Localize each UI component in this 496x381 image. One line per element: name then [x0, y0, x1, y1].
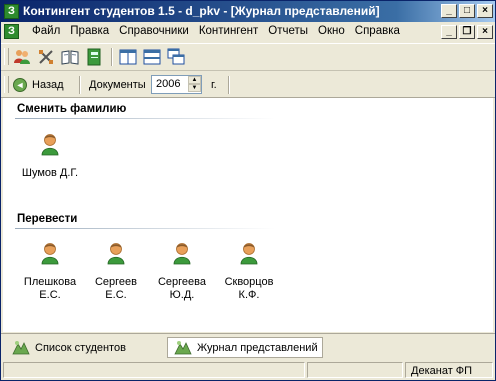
menu-contingent[interactable]: Контингент [194, 25, 263, 37]
journal-icon [174, 340, 192, 354]
back-arrow-icon: ◄ [13, 78, 27, 92]
layout-rows-icon[interactable] [143, 48, 161, 66]
person-item[interactable]: Сергеев Е.С. [81, 241, 151, 302]
mdi-close-button[interactable]: × [477, 25, 493, 39]
menu-reports[interactable]: Отчеты [263, 25, 313, 37]
close-button[interactable]: × [477, 4, 493, 18]
section-divider [15, 118, 275, 119]
menu-window[interactable]: Окно [313, 25, 350, 37]
year-suffix-label: г. [211, 79, 217, 91]
section-divider [15, 228, 275, 229]
person-icon [173, 243, 191, 265]
book-icon[interactable] [61, 48, 79, 66]
status-cell-2 [307, 362, 403, 378]
spin-down-icon[interactable]: ▼ [188, 84, 201, 92]
journal-content: Сменить фамилию Шумов Д.Г. Перевести Пле… [3, 98, 493, 332]
mdi-child-icon[interactable]: З [4, 24, 19, 39]
app-window: З Контингент студентов 1.5 - d_pkv - [Жу… [0, 0, 496, 381]
notebook-icon[interactable] [85, 48, 103, 66]
back-button[interactable]: ◄ Назад [13, 76, 64, 94]
menu-references[interactable]: Справочники [114, 25, 194, 37]
tab-label: Список студентов [35, 341, 126, 354]
person-item[interactable]: Шумов Д.Г. [15, 132, 85, 180]
person-icon [41, 243, 59, 265]
person-item[interactable]: Скворцов К.Ф. [214, 241, 284, 302]
mdi-minimize-button[interactable]: _ [441, 25, 457, 39]
toolbar-separator [111, 48, 113, 66]
year-value[interactable]: 2006 [156, 78, 180, 90]
student-list-icon [12, 340, 30, 354]
documents-label: Документы [89, 79, 146, 91]
window-title: Контингент студентов 1.5 - d_pkv - [Журн… [23, 4, 380, 18]
person-name-line2: Е.С. [39, 289, 61, 301]
section-title-rename: Сменить фамилию [17, 103, 127, 115]
person-icon [107, 243, 125, 265]
navbar-separator [79, 76, 81, 94]
person-name-line2: Е.С. [105, 289, 127, 301]
person-name: Шумов Д.Г. [21, 167, 79, 179]
person-name-line1: Плешкова [23, 276, 77, 288]
mdi-restore-button[interactable]: ❐ [459, 25, 475, 39]
section-title-transfer: Перевести [17, 213, 78, 225]
mdi-tab-bar: Список студентов Журнал представлений [1, 333, 495, 360]
menu-bar: З Файл Правка Справочники Контингент Отч… [1, 22, 495, 42]
menu-edit[interactable]: Правка [65, 25, 114, 37]
users-icon[interactable] [13, 48, 31, 66]
spin-up-icon[interactable]: ▲ [188, 76, 201, 84]
tab-label: Журнал представлений [197, 341, 318, 354]
status-cell-1 [3, 362, 305, 378]
toolbar [1, 43, 495, 71]
cascade-windows-icon[interactable] [167, 48, 185, 66]
tab-journal[interactable]: Журнал представлений [167, 337, 323, 358]
status-cell-3: Деканат ФП [405, 362, 493, 378]
person-name-line2: К.Ф. [238, 289, 260, 301]
title-bar[interactable]: З Контингент студентов 1.5 - d_pkv - [Жу… [1, 1, 495, 22]
person-item[interactable]: Плешкова Е.С. [15, 241, 85, 302]
navbar-grip[interactable] [4, 76, 9, 93]
menu-file[interactable]: Файл [27, 25, 65, 37]
menu-help[interactable]: Справка [350, 25, 405, 37]
person-item[interactable]: Сергеева Ю.Д. [147, 241, 217, 302]
person-name-line2: Ю.Д. [169, 289, 195, 301]
navigation-bar: ◄ Назад Документы 2006 ▲ ▼ г. [1, 72, 495, 98]
person-name-line1: Сергеев [94, 276, 138, 288]
status-department: Деканат ФП [411, 365, 473, 377]
minimize-button[interactable]: _ [441, 4, 457, 18]
year-spinner[interactable]: 2006 ▲ ▼ [151, 75, 202, 94]
toolbar-grip[interactable] [4, 48, 9, 65]
status-bar: Деканат ФП [1, 361, 495, 380]
person-icon [41, 134, 59, 156]
navbar-separator-2 [228, 76, 230, 94]
tools-icon[interactable] [37, 48, 55, 66]
back-label: Назад [32, 79, 64, 91]
person-name-line1: Сергеева [157, 276, 207, 288]
layout-columns-icon[interactable] [119, 48, 137, 66]
tab-student-list[interactable]: Список студентов [6, 337, 161, 358]
maximize-button[interactable]: □ [459, 4, 475, 18]
app-logo-icon: З [4, 4, 19, 19]
person-icon [240, 243, 258, 265]
person-name-line1: Скворцов [224, 276, 274, 288]
